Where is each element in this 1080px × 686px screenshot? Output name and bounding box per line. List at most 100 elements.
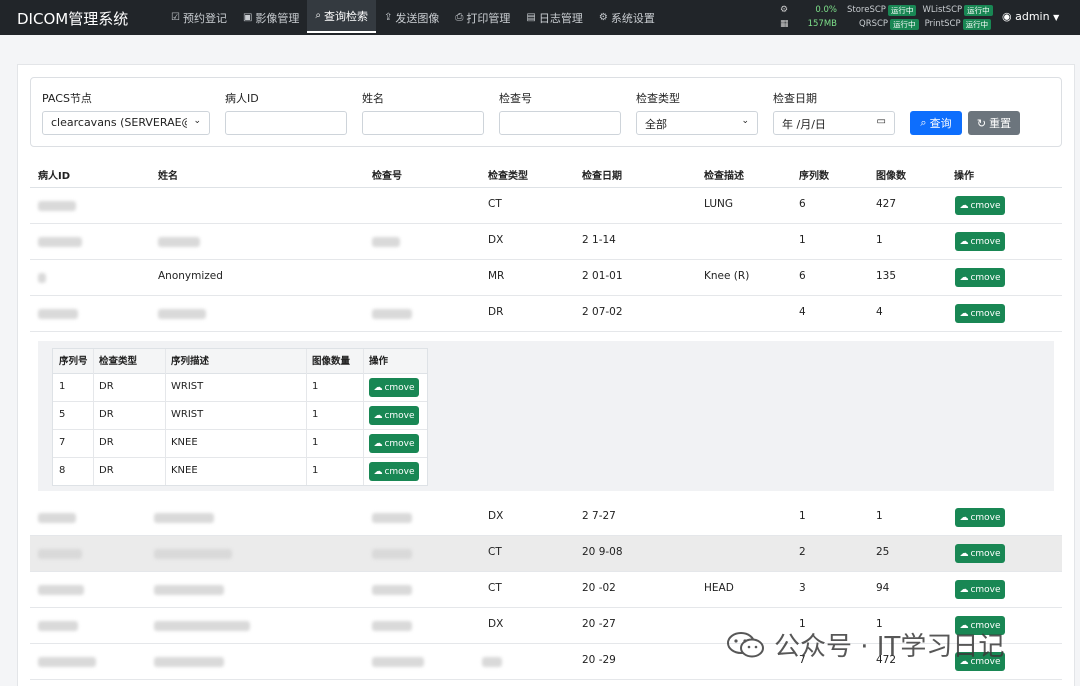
cloud-download-icon: ☁: [373, 438, 383, 449]
reset-button[interactable]: ↻ 重置: [968, 111, 1020, 135]
column-header[interactable]: 操作: [954, 167, 974, 182]
redacted-patient-id: [38, 513, 76, 523]
column-header: 序列号: [59, 356, 88, 367]
column-header[interactable]: 检查号: [372, 167, 402, 182]
series-modality-cell: DR: [99, 381, 114, 392]
series-row[interactable]: 1 DR WRIST 1 ☁ cmove: [53, 374, 427, 402]
watermark-text: 公众号 · IT学习日记: [774, 632, 1005, 662]
image-count-cell: 427: [876, 198, 897, 210]
column-header: 图像数量: [312, 356, 351, 367]
printer-icon: ⎙: [455, 12, 464, 23]
column-header[interactable]: 检查类型: [488, 167, 528, 182]
table-row[interactable]: CT 20 -02 HEAD 3 94 ☁ cmove: [30, 572, 1062, 608]
nav-item-settings[interactable]: ⚙ 系统设置: [591, 0, 663, 35]
series-count-cell: 3: [799, 582, 806, 594]
chevron-down-icon: ⌄: [193, 116, 201, 126]
cmove-button[interactable]: ☁ cmove: [955, 304, 1005, 323]
calendar-icon: ▭: [876, 116, 886, 127]
date-input[interactable]: 年 /月/日 ▭: [773, 111, 895, 135]
log-icon: ▤: [526, 12, 536, 23]
cmove-button[interactable]: ☁ cmove: [955, 508, 1005, 527]
cloud-download-icon: ☁: [959, 236, 969, 247]
modality-cell: DX: [488, 234, 504, 246]
series-row[interactable]: 7 DR KNEE 1 ☁ cmove: [53, 430, 427, 458]
cmove-label: cmove: [384, 438, 415, 449]
patient-name-input[interactable]: [362, 111, 484, 135]
redacted-patient-id: [38, 273, 46, 283]
series-cmove-button[interactable]: ☁ cmove: [369, 406, 419, 425]
redacted-patient-id: [38, 657, 96, 667]
column-header: 检查类型: [99, 356, 138, 367]
series-count-cell: 1: [799, 510, 806, 522]
accession-input[interactable]: [499, 111, 621, 135]
cmove-button[interactable]: ☁ cmove: [955, 544, 1005, 563]
nav-item-image-management[interactable]: ▣ 影像管理: [235, 0, 307, 35]
description-cell: HEAD: [704, 582, 734, 594]
cmove-button[interactable]: ☁ cmove: [955, 268, 1005, 287]
series-modality-cell: DR: [99, 409, 114, 420]
system-status: ⚙ 0.0% StoreSCP 运行中 WListSCP 运行中 ▦ 157MB Q…: [780, 3, 999, 31]
cmove-button[interactable]: ☁ cmove: [955, 232, 1005, 251]
series-cmove-button[interactable]: ☁ cmove: [369, 378, 419, 397]
series-row[interactable]: 5 DR WRIST 1 ☁ cmove: [53, 402, 427, 430]
nav-item-logs[interactable]: ▤ 日志管理: [518, 0, 590, 35]
modality-select[interactable]: 全部 ⌄: [636, 111, 758, 135]
table-row[interactable]: DX 2 7-27 1 1 ☁ cmove: [30, 500, 1062, 536]
nav-item-label: 影像管理: [255, 11, 300, 25]
series-number-cell: 5: [59, 409, 66, 420]
column-header[interactable]: 病人ID: [38, 167, 70, 182]
table-row[interactable]: DX 2 1-14 1 1 ☁ cmove: [30, 224, 1062, 260]
modality-cell: CT: [488, 582, 502, 594]
cmove-button[interactable]: ☁ cmove: [955, 196, 1005, 215]
modality-label: 检查类型: [636, 92, 680, 105]
date-cell: 2 1-14: [582, 234, 616, 246]
table-row[interactable]: Anonymized MR 2 01-01 Knee (R) 6 135 ☁ cm…: [30, 260, 1062, 296]
table-row[interactable]: DR 2 07-02 4 4 ☁ cmove: [30, 296, 1062, 332]
memory-usage: 157MB: [807, 19, 837, 29]
date-cell: 2 7-27: [582, 510, 616, 522]
nav-item-label: 查询检索: [324, 9, 369, 23]
series-modality-cell: DR: [99, 437, 114, 448]
image-count-cell: 1: [876, 234, 883, 246]
cloud-download-icon: ☁: [959, 548, 969, 559]
patient-id-input[interactable]: [225, 111, 347, 135]
caret-down-icon: ▼: [1053, 13, 1060, 22]
cmove-label: cmove: [970, 584, 1001, 595]
redacted-accession: [372, 549, 412, 559]
column-divider: [93, 349, 94, 485]
redacted-accession: [372, 309, 412, 319]
nav-item-send-images[interactable]: ⇪ 发送图像: [376, 0, 447, 35]
scp-name: PrintSCP: [924, 19, 961, 29]
series-cmove-button[interactable]: ☁ cmove: [369, 462, 419, 481]
user-menu[interactable]: ◉ admin ▼: [1002, 10, 1059, 23]
redacted-patient-id: [38, 585, 84, 595]
cmove-button[interactable]: ☁ cmove: [955, 580, 1005, 599]
column-divider: [306, 349, 307, 485]
column-header[interactable]: 检查描述: [704, 167, 744, 182]
column-divider: [165, 349, 166, 485]
top-navbar: DICOM管理系统 ☑ 预约登记 ▣ 影像管理 ⌕ 查询检索 ⇪ 发送图像 ⎙ 打印管理 …: [0, 0, 1080, 35]
nav-item-label: 发送图像: [395, 11, 440, 25]
pacs-node-label: PACS节点: [42, 92, 92, 105]
table-row[interactable]: CT LUNG 6 427 ☁ cmove: [30, 188, 1062, 224]
series-row[interactable]: 8 DR KNEE 1 ☁ cmove: [53, 458, 427, 486]
nav-item-appointment[interactable]: ☑ 预约登记: [163, 0, 235, 35]
image-count-cell: 25: [876, 546, 890, 558]
redacted-patient-name: [154, 549, 232, 559]
column-header[interactable]: 图像数: [876, 167, 906, 182]
column-header[interactable]: 姓名: [158, 167, 178, 182]
column-header[interactable]: 检查日期: [582, 167, 622, 182]
series-table-header: 序列号 检查类型 序列描述 图像数量 操作: [53, 349, 427, 374]
nav-item-query[interactable]: ⌕ 查询检索: [307, 0, 377, 33]
column-header[interactable]: 序列数: [799, 167, 829, 182]
redacted-patient-name: [154, 513, 214, 523]
nav-item-print[interactable]: ⎙ 打印管理: [447, 0, 518, 35]
modality-value: 全部: [645, 118, 667, 131]
cmove-label: cmove: [970, 236, 1001, 247]
series-cmove-button[interactable]: ☁ cmove: [369, 434, 419, 453]
table-row[interactable]: CT 20 9-08 2 25 ☁ cmove: [30, 536, 1062, 572]
app-title[interactable]: DICOM管理系统: [17, 8, 128, 29]
pacs-node-select[interactable]: clearcavans (SERVERAE@1 ⌄: [42, 111, 210, 135]
redacted-accession: [372, 237, 400, 247]
query-button[interactable]: ⌕ 查询: [910, 111, 962, 135]
